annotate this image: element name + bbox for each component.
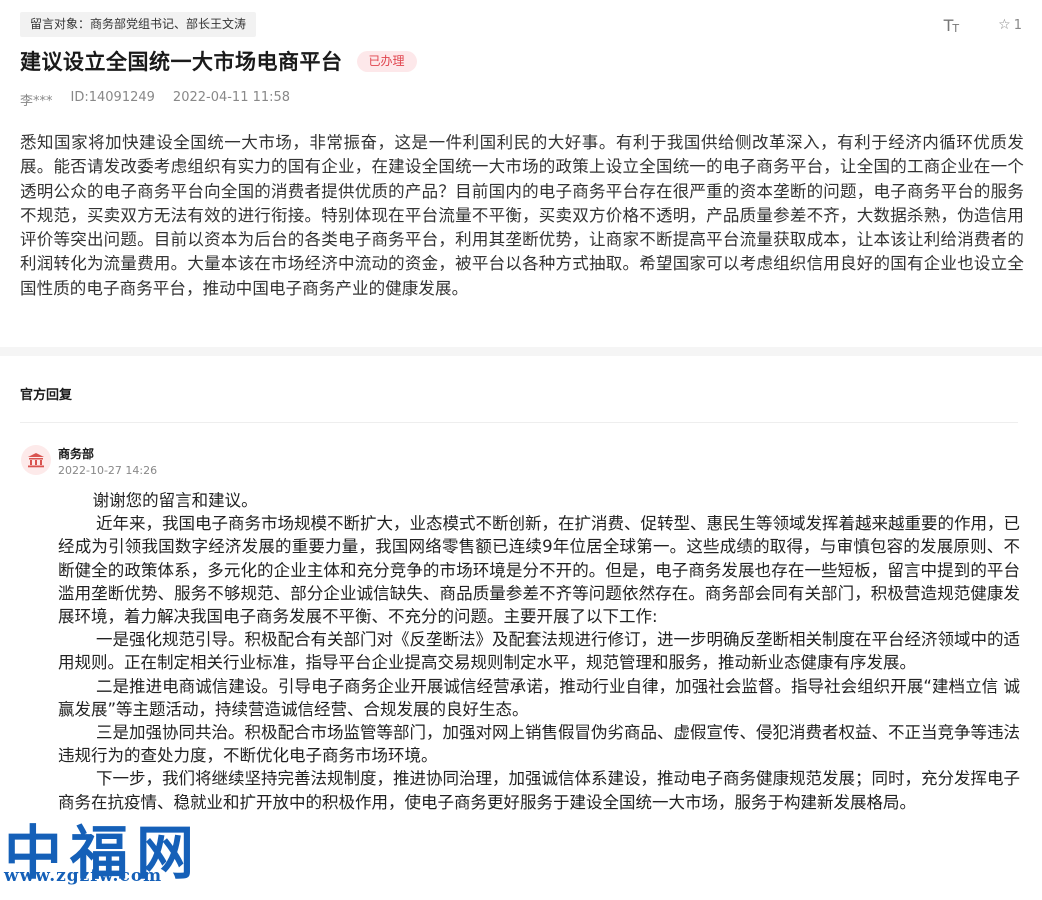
reply-body: 谢谢您的留言和建议。 近年来，我国电子商务市场规模不断扩大，业态模式不断创新，在…: [58, 489, 1020, 814]
department-avatar: [21, 445, 51, 475]
reply-paragraph: 三是加强协同共治。积极配合市场监管等部门，加强对网上销售假冒伪劣商品、虚假宣传、…: [58, 723, 1020, 766]
section-divider: [0, 347, 1042, 356]
post-meta: 李*** ID:14091249 2022-04-11 11:58: [20, 90, 290, 109]
recipient-tag: 留言对象：商务部党组书记、部长王文涛: [20, 12, 257, 37]
favorite-count: 1: [1013, 17, 1022, 33]
reply-heading: 官方回复: [20, 388, 73, 403]
favorite-button[interactable]: ☆ 1: [998, 17, 1022, 33]
reply-paragraph: 下一步，我们将继续坚持完善法规制度，推进协同治理，加强诚信体系建设，推动电子商务…: [58, 769, 1020, 812]
author-name: 李***: [20, 94, 53, 109]
message-body: 悉知国家将加快建设全国统一大市场，非常振奋，这是一件利国利民的大好事。有利于我国…: [20, 133, 1024, 298]
reply-paragraph: 近年来，我国电子商务市场规模不断扩大，业态模式不断创新，在扩消费、促转型、惠民生…: [58, 514, 1020, 627]
status-badge: 已办理: [356, 50, 417, 72]
post-datetime: 2022-04-11 11:58: [172, 90, 291, 105]
watermark-text: 中福网: [4, 819, 203, 887]
toolbar: TT ☆ 1: [944, 12, 1022, 38]
reply-paragraph: 一是强化规范引导。积极配合有关部门对《反垄断法》及配套法规进行修订，进一步明确反…: [58, 630, 1020, 673]
post-id: ID:14091249: [70, 90, 155, 105]
title-row: 建议设立全国统一大市场电商平台 已办理: [20, 46, 417, 76]
reply-paragraph: 谢谢您的留言和建议。: [92, 491, 258, 510]
page-title: 建议设立全国统一大市场电商平台: [20, 50, 343, 74]
reply-divider: [20, 422, 1018, 423]
government-building-icon: [28, 453, 44, 468]
reply-paragraph: 二是推进电商诚信建设。引导电子商务企业开展诚信经营承诺，推动行业自律，加强社会监…: [58, 676, 1020, 719]
watermark-url: www.zgzfw.com: [4, 866, 163, 886]
font-size-button[interactable]: TT: [944, 16, 959, 35]
top-bar: 留言对象：商务部党组书记、部长王文涛 TT ☆ 1: [20, 12, 1022, 38]
reply-datetime: 2022-10-27 14:26: [58, 464, 158, 477]
department-name: 商务部: [58, 447, 95, 461]
site-watermark: 中福网 www.zgzfw.com: [0, 806, 210, 900]
star-outline-icon: ☆: [998, 17, 1011, 33]
font-size-icon: TT: [943, 15, 959, 35]
